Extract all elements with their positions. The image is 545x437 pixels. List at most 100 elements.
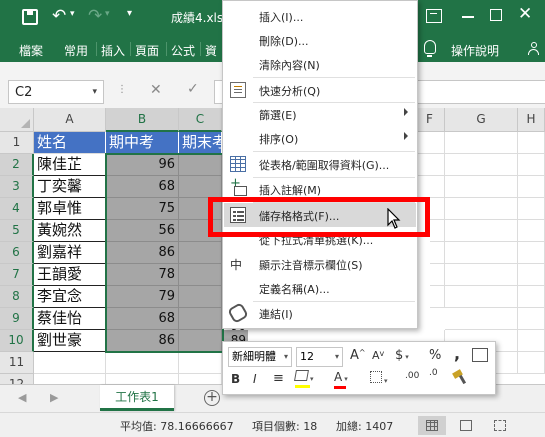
save-icon[interactable]: [22, 9, 38, 25]
row-header-11[interactable]: 11: [0, 352, 34, 374]
tab-page-layout[interactable]: 頁面: [135, 42, 159, 59]
cell-f7[interactable]: [430, 264, 445, 286]
cell-a5[interactable]: 黃婉然: [34, 220, 106, 242]
cell-a2[interactable]: 陳佳芷: [34, 154, 106, 176]
cell-c11[interactable]: [179, 352, 222, 374]
row-header-5[interactable]: 5: [0, 220, 34, 242]
cell-f4[interactable]: [430, 198, 445, 220]
decrease-decimal-button[interactable]: .0: [429, 369, 438, 378]
font-color-button[interactable]: A ▾: [334, 370, 348, 389]
menu-get-data-from-table[interactable]: 從表格/範圍取得資料(G)...: [224, 152, 416, 176]
cell-g3[interactable]: [445, 176, 518, 198]
cell-b4[interactable]: 75: [106, 198, 179, 220]
redo-dropdown-icon[interactable]: ▾: [105, 9, 110, 19]
normal-view-button[interactable]: [418, 416, 446, 435]
row-header-8[interactable]: 8: [0, 286, 34, 308]
tab-insert[interactable]: 插入: [101, 42, 125, 59]
cell-h2[interactable]: [518, 154, 545, 176]
lightbulb-icon[interactable]: [424, 40, 436, 57]
cell-f8[interactable]: [430, 286, 445, 308]
menu-show-phonetic[interactable]: 中 顯示注音標示欄位(S): [224, 252, 416, 276]
cell-b7[interactable]: 78: [106, 264, 179, 286]
prev-sheet-icon[interactable]: ◀: [18, 391, 26, 404]
cell-c7[interactable]: [179, 264, 222, 286]
chevron-down-icon[interactable]: ▾: [92, 87, 97, 97]
row-header-3[interactable]: 3: [0, 176, 34, 198]
cell-b11[interactable]: [106, 352, 179, 374]
tell-me-button[interactable]: 操作說明: [451, 42, 499, 59]
increase-font-size-button[interactable]: A^: [350, 348, 366, 363]
cell-g9[interactable]: [445, 308, 518, 330]
name-box[interactable]: C2 ▾: [8, 80, 104, 104]
select-all-button[interactable]: [0, 108, 34, 132]
cell-c6[interactable]: [179, 242, 222, 264]
minimize-icon[interactable]: [462, 16, 474, 18]
column-header-b[interactable]: B: [106, 108, 179, 132]
menu-filter[interactable]: 篩選(E): [224, 102, 416, 126]
row-header-4[interactable]: 4: [0, 198, 34, 220]
cell-a3[interactable]: 丁奕馨: [34, 176, 106, 198]
cell-h1[interactable]: [518, 132, 545, 154]
tab-home[interactable]: 常用: [64, 42, 88, 59]
cell-g8[interactable]: [445, 286, 518, 308]
menu-sort[interactable]: 排序(O): [224, 126, 416, 150]
cell-b2[interactable]: 96: [106, 154, 179, 176]
column-header-f[interactable]: F: [418, 108, 445, 132]
cell-g4[interactable]: [445, 198, 518, 220]
cell-b8[interactable]: 79: [106, 286, 179, 308]
decrease-font-size-button[interactable]: Av: [372, 349, 384, 362]
cell-b9[interactable]: 68: [106, 308, 179, 330]
percent-style-button[interactable]: %: [429, 348, 441, 363]
enter-icon[interactable]: ✓: [187, 81, 199, 97]
row-header-10[interactable]: 10: [0, 330, 34, 352]
cell-a12[interactable]: [34, 374, 106, 384]
redo-icon[interactable]: ↷: [88, 6, 102, 26]
cell-h5[interactable]: [518, 220, 545, 242]
borders-button[interactable]: ▾: [370, 371, 388, 386]
bold-button[interactable]: B: [231, 372, 240, 386]
format-painter-table-button[interactable]: [472, 348, 488, 362]
cell-b6[interactable]: 86: [106, 242, 179, 264]
cancel-icon[interactable]: ✕: [150, 82, 162, 98]
row-header-9[interactable]: 9: [0, 308, 34, 330]
cell-h4[interactable]: [518, 198, 545, 220]
share-icon[interactable]: [528, 42, 539, 55]
add-sheet-icon[interactable]: +: [204, 390, 220, 406]
cell-h10[interactable]: [518, 330, 545, 352]
format-painter-button[interactable]: [452, 369, 468, 385]
cell-g5[interactable]: [445, 220, 518, 242]
column-header-g[interactable]: G: [445, 108, 518, 132]
cell-b12[interactable]: [106, 374, 179, 384]
increase-decimal-button[interactable]: .00: [405, 372, 419, 381]
italic-button[interactable]: I: [253, 372, 257, 386]
cell-b5[interactable]: 56: [106, 220, 179, 242]
menu-delete[interactable]: 刪除(D)...: [224, 28, 416, 52]
maximize-icon[interactable]: [490, 9, 502, 21]
cell-b1[interactable]: 期中考: [106, 132, 179, 154]
undo-dropdown-icon[interactable]: ▾: [70, 9, 75, 19]
cell-h11[interactable]: [518, 352, 545, 374]
cell-f2[interactable]: [418, 154, 445, 176]
cell-f1[interactable]: [418, 132, 445, 154]
customize-toolbar-icon[interactable]: ▾: [127, 8, 132, 19]
menu-clear-contents[interactable]: 清除內容(N): [224, 52, 416, 76]
cell-c9[interactable]: [179, 308, 222, 330]
fill-color-button[interactable]: ▾: [294, 370, 314, 388]
status-average[interactable]: 平均值: 78.16666667: [120, 418, 234, 434]
cell-f6[interactable]: [430, 242, 445, 264]
tab-formulas[interactable]: 公式: [171, 42, 195, 59]
menu-quick-analysis[interactable]: 快速分析(Q): [224, 78, 416, 102]
cell-c12[interactable]: [179, 374, 222, 384]
cell-a4[interactable]: 郭卓惟: [34, 198, 106, 220]
page-break-view-button[interactable]: [486, 416, 514, 435]
menu-link[interactable]: 連結(I): [224, 301, 416, 325]
cell-a10[interactable]: 劉世豪: [34, 330, 106, 352]
page-layout-view-button[interactable]: [452, 416, 480, 435]
next-sheet-icon[interactable]: ▶: [50, 391, 58, 404]
cell-c10[interactable]: [179, 330, 222, 352]
row-header-2[interactable]: 2: [0, 154, 34, 176]
cell-a11[interactable]: [34, 352, 106, 374]
cell-c2[interactable]: [179, 154, 222, 176]
close-icon[interactable]: ✕: [518, 4, 532, 24]
status-count[interactable]: 項目個數: 18: [252, 418, 317, 434]
